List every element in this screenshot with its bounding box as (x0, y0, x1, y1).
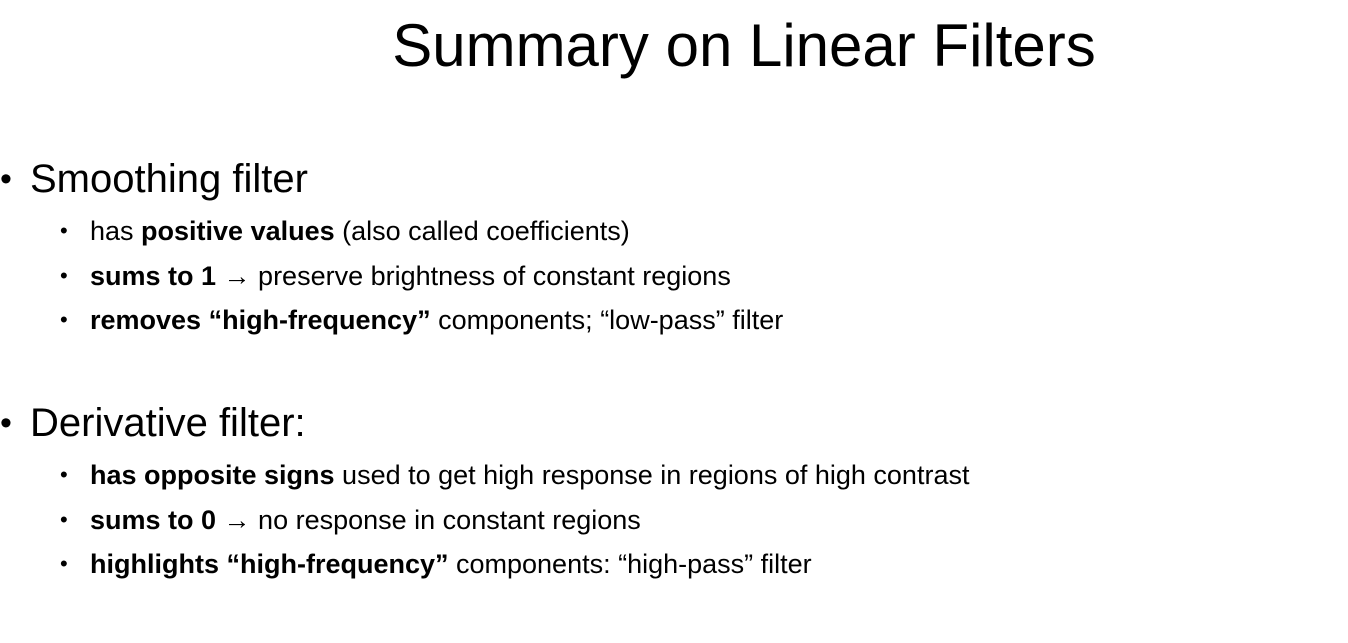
slide: Summary on Linear Filters • Smoothing fil… (0, 0, 1348, 643)
list-item: • sums to 1 → preserve brightness of cons… (0, 254, 783, 299)
item-text: components; “low-pass” filter (430, 305, 784, 335)
list-item: • sums to 0 → no response in constant reg… (0, 498, 969, 543)
section-heading: Derivative filter: (30, 401, 306, 445)
list-item: • has opposite signs used to get high res… (0, 453, 969, 498)
bullet-smoothing-filter: • Smoothing filter (0, 152, 783, 206)
item-bold-text: highlights “high-frequency” (90, 549, 449, 579)
bullet-dot-icon: • (60, 506, 68, 532)
item-text: components: “high-pass” filter (448, 549, 812, 579)
item-bold-text: sums to 0 (90, 504, 217, 535)
item-bold-text: sums to 1 (90, 260, 217, 291)
item-text: used to get high response in regions of … (334, 460, 970, 490)
bullet-derivative-filter: • Derivative filter: (0, 396, 969, 450)
bullet-dot-icon: • (60, 462, 68, 487)
item-text: → preserve brightness of constant region… (216, 260, 731, 291)
bullet-dot-icon: • (0, 160, 12, 198)
slide-title: Summary on Linear Filters (392, 12, 1096, 79)
derivative-sublist: • has opposite signs used to get high res… (0, 453, 969, 587)
section-heading: Smoothing filter (30, 157, 308, 201)
bullet-dot-icon: • (60, 262, 68, 288)
bullet-dot-icon: • (60, 551, 68, 576)
list-item: • highlights “high-frequency” components:… (0, 542, 969, 587)
list-item: • has positive values (also called coeffi… (0, 209, 783, 254)
bullet-dot-icon: • (60, 307, 68, 332)
list-item: • removes “high-frequency” components; “l… (0, 298, 783, 343)
section-derivative-filter: • Derivative filter: • has opposite signs … (0, 396, 969, 587)
item-text-prefix: has (90, 216, 142, 246)
smoothing-sublist: • has positive values (also called coeffi… (0, 209, 783, 343)
bullet-dot-icon: • (0, 404, 12, 442)
item-bold-text: positive values (141, 216, 335, 246)
item-text: (also called coefficients) (334, 216, 630, 246)
bullet-dot-icon: • (60, 218, 68, 243)
item-bold-text: has opposite signs (90, 460, 335, 490)
item-text: → no response in constant regions (216, 504, 641, 535)
item-bold-text: removes “high-frequency” (90, 305, 431, 335)
section-smoothing-filter: • Smoothing filter • has positive values (… (0, 152, 783, 343)
